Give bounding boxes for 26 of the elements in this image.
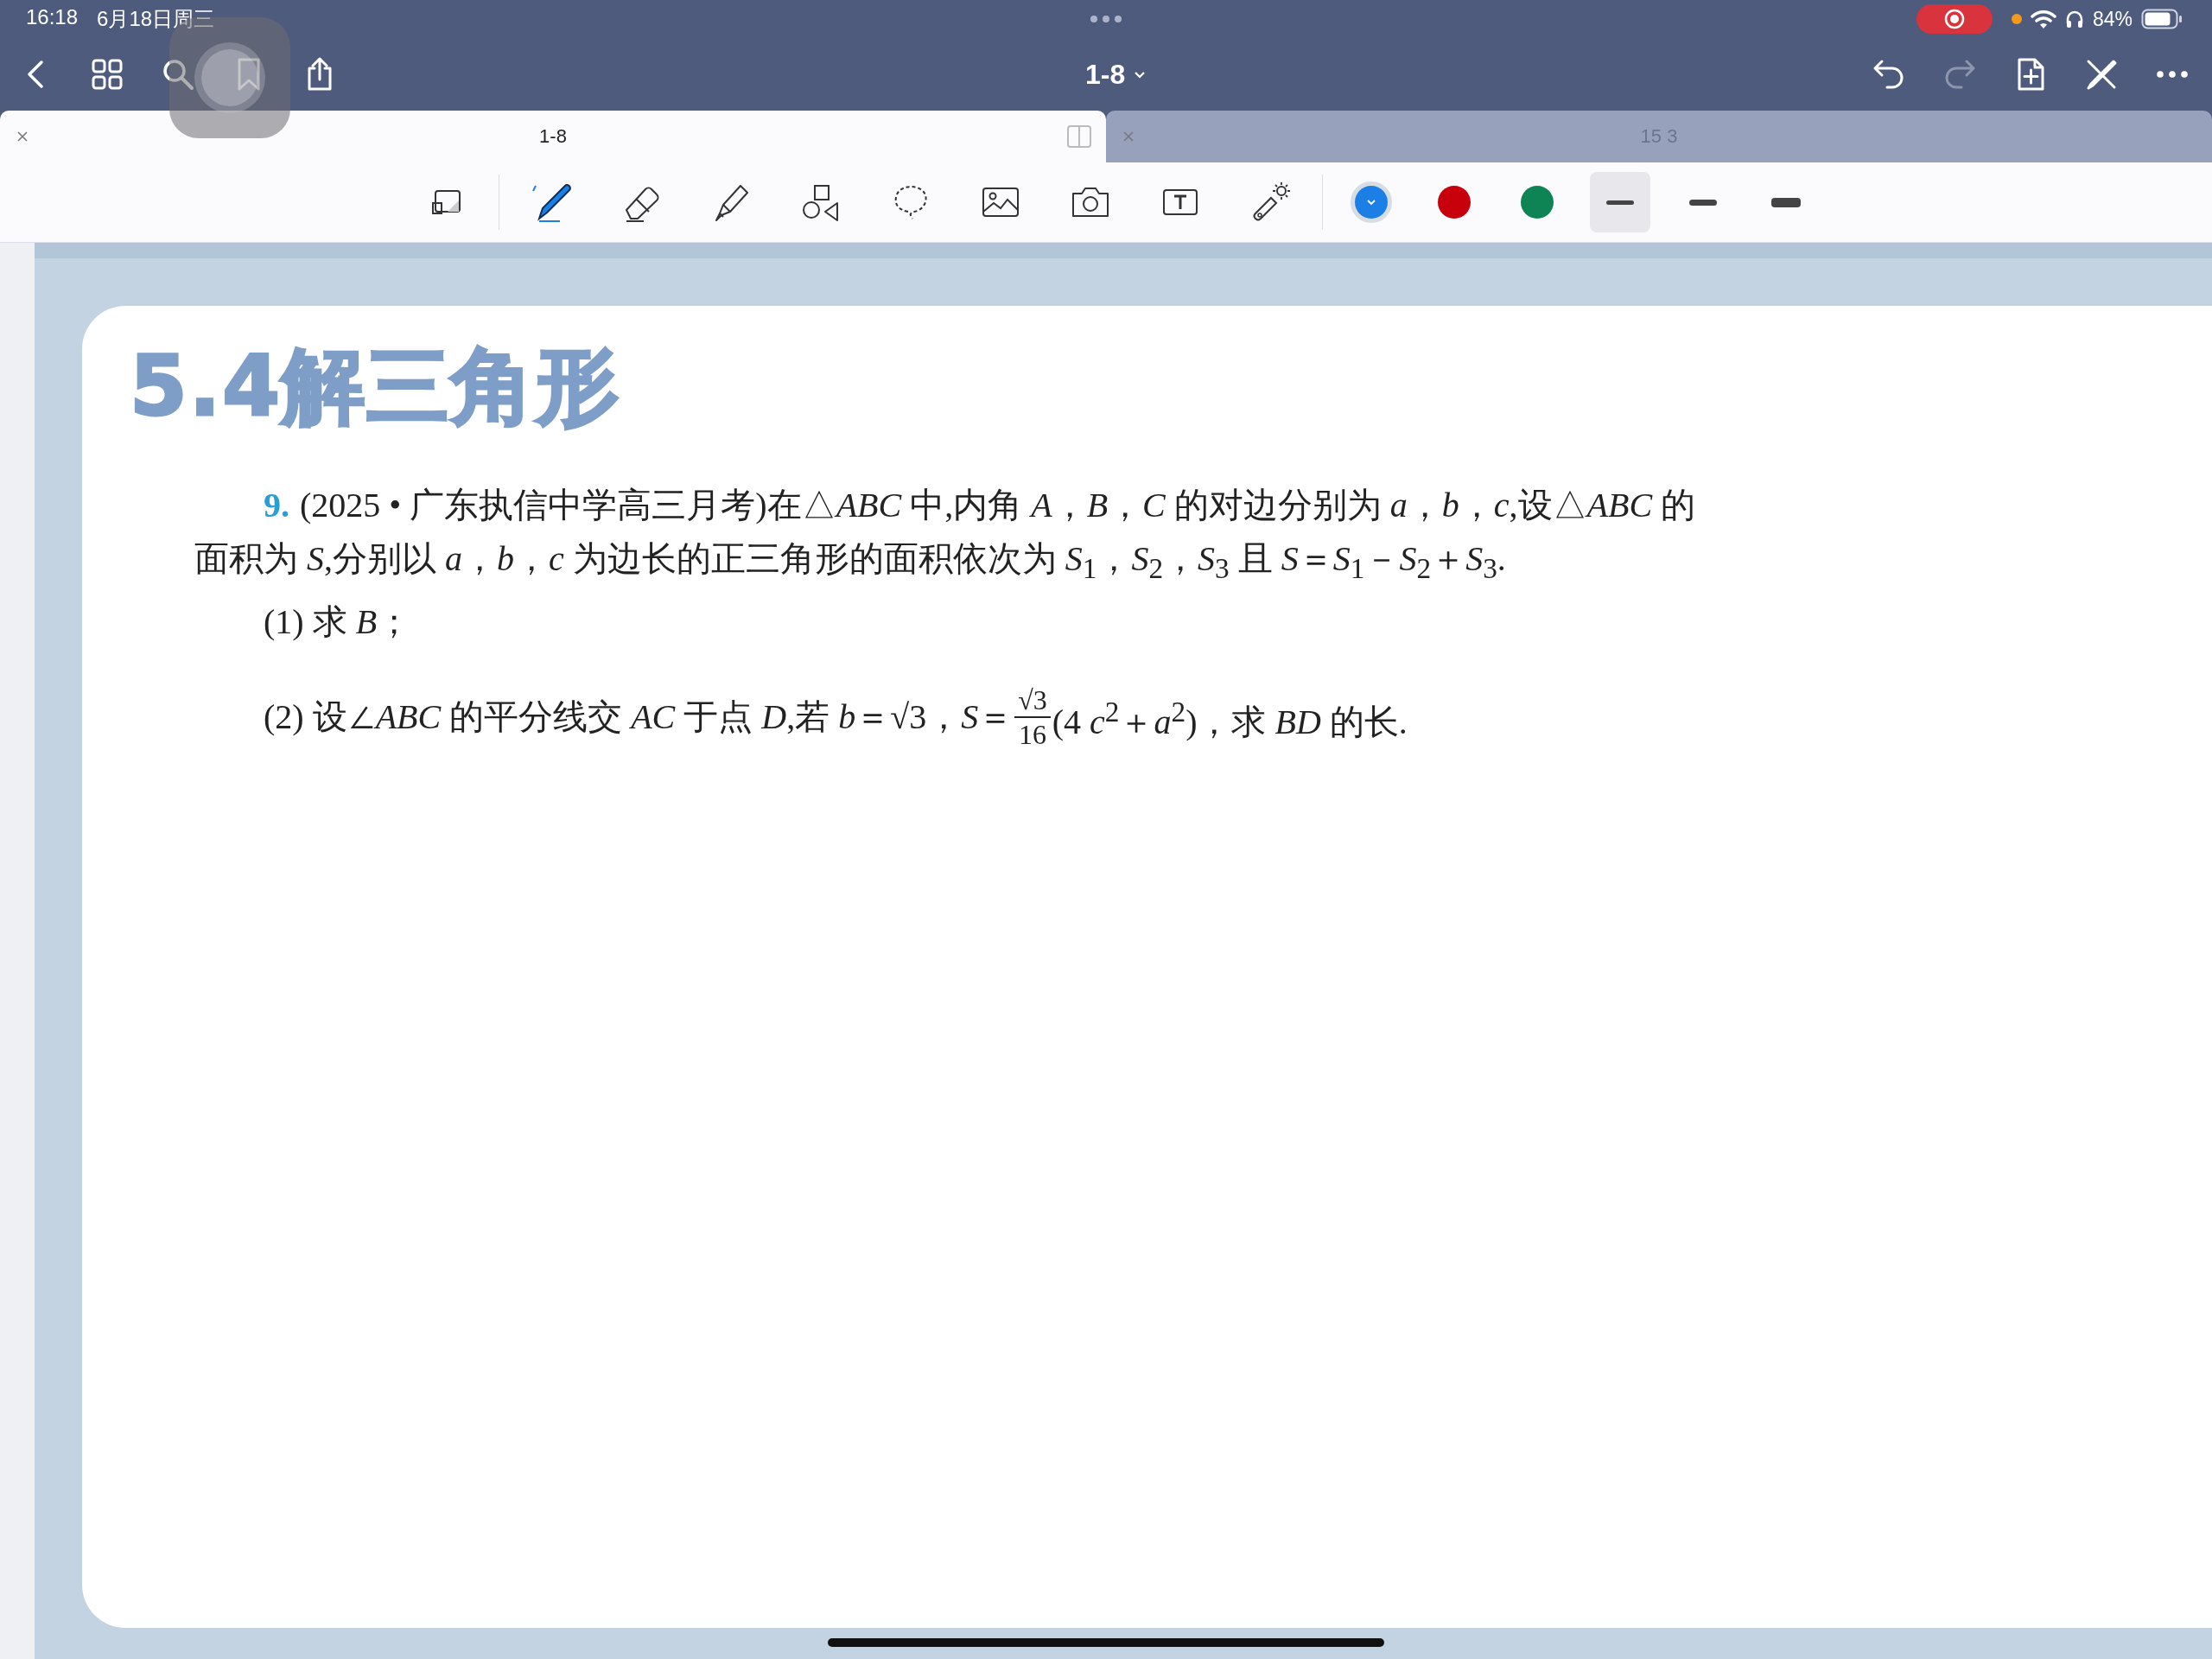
- document-title-menu[interactable]: 1-8: [1080, 55, 1152, 94]
- question-part: (4 c$^{2}$＋a$^{2}$)，求 BD 的长.: [1052, 694, 1408, 744]
- wifi-icon: [2030, 9, 2056, 29]
- question-part: (2) 设∠ABC 的平分线交 AC 于点 D,若 b＝√3，S＝: [264, 696, 1014, 738]
- grid-icon[interactable]: [90, 57, 124, 92]
- section-title: 5.4解三角形: [130, 337, 622, 436]
- document-tab[interactable]: 1-8: [0, 111, 1106, 162]
- stroke-width-button[interactable]: [1590, 172, 1650, 232]
- privacy-indicator-icon: [2011, 14, 2022, 24]
- problem-text: (2025 • 广东执信中学高三月考)在△ABC 中,内角 A，B，C 的对边分别为 a，b，c,设△ABC 的: [300, 486, 1696, 524]
- fraction-denominator: 16: [1018, 718, 1046, 751]
- chevron-down-icon[interactable]: [1134, 70, 1147, 79]
- search-icon[interactable]: [161, 57, 195, 92]
- headphones-icon: [2064, 10, 2084, 29]
- tab-label[interactable]: 1-8: [539, 125, 567, 148]
- close-icon[interactable]: [17, 131, 28, 142]
- status-time: 16:18: [26, 5, 79, 30]
- status-date: 6月18日周三: [97, 6, 215, 32]
- multitasking-dots-icon[interactable]: [1089, 15, 1123, 23]
- question-part: (1) 求 B；: [264, 602, 412, 641]
- fraction-numerator: √3: [1014, 683, 1051, 718]
- battery-percentage: 84%: [2092, 7, 2133, 31]
- problem-number: 9.: [264, 486, 289, 524]
- problem-text: 面积为 S,分别以 a，b，c 为边长的正三角形的面积依次为 S$_{1}$，S$_{2}$，S$_{3}$ 且 S＝S$_{1}$－S$_{2}$＋S$_{3}$.: [194, 539, 1506, 578]
- screen-recording-indicator[interactable]: [1916, 4, 1993, 34]
- battery-icon: [2141, 9, 2183, 29]
